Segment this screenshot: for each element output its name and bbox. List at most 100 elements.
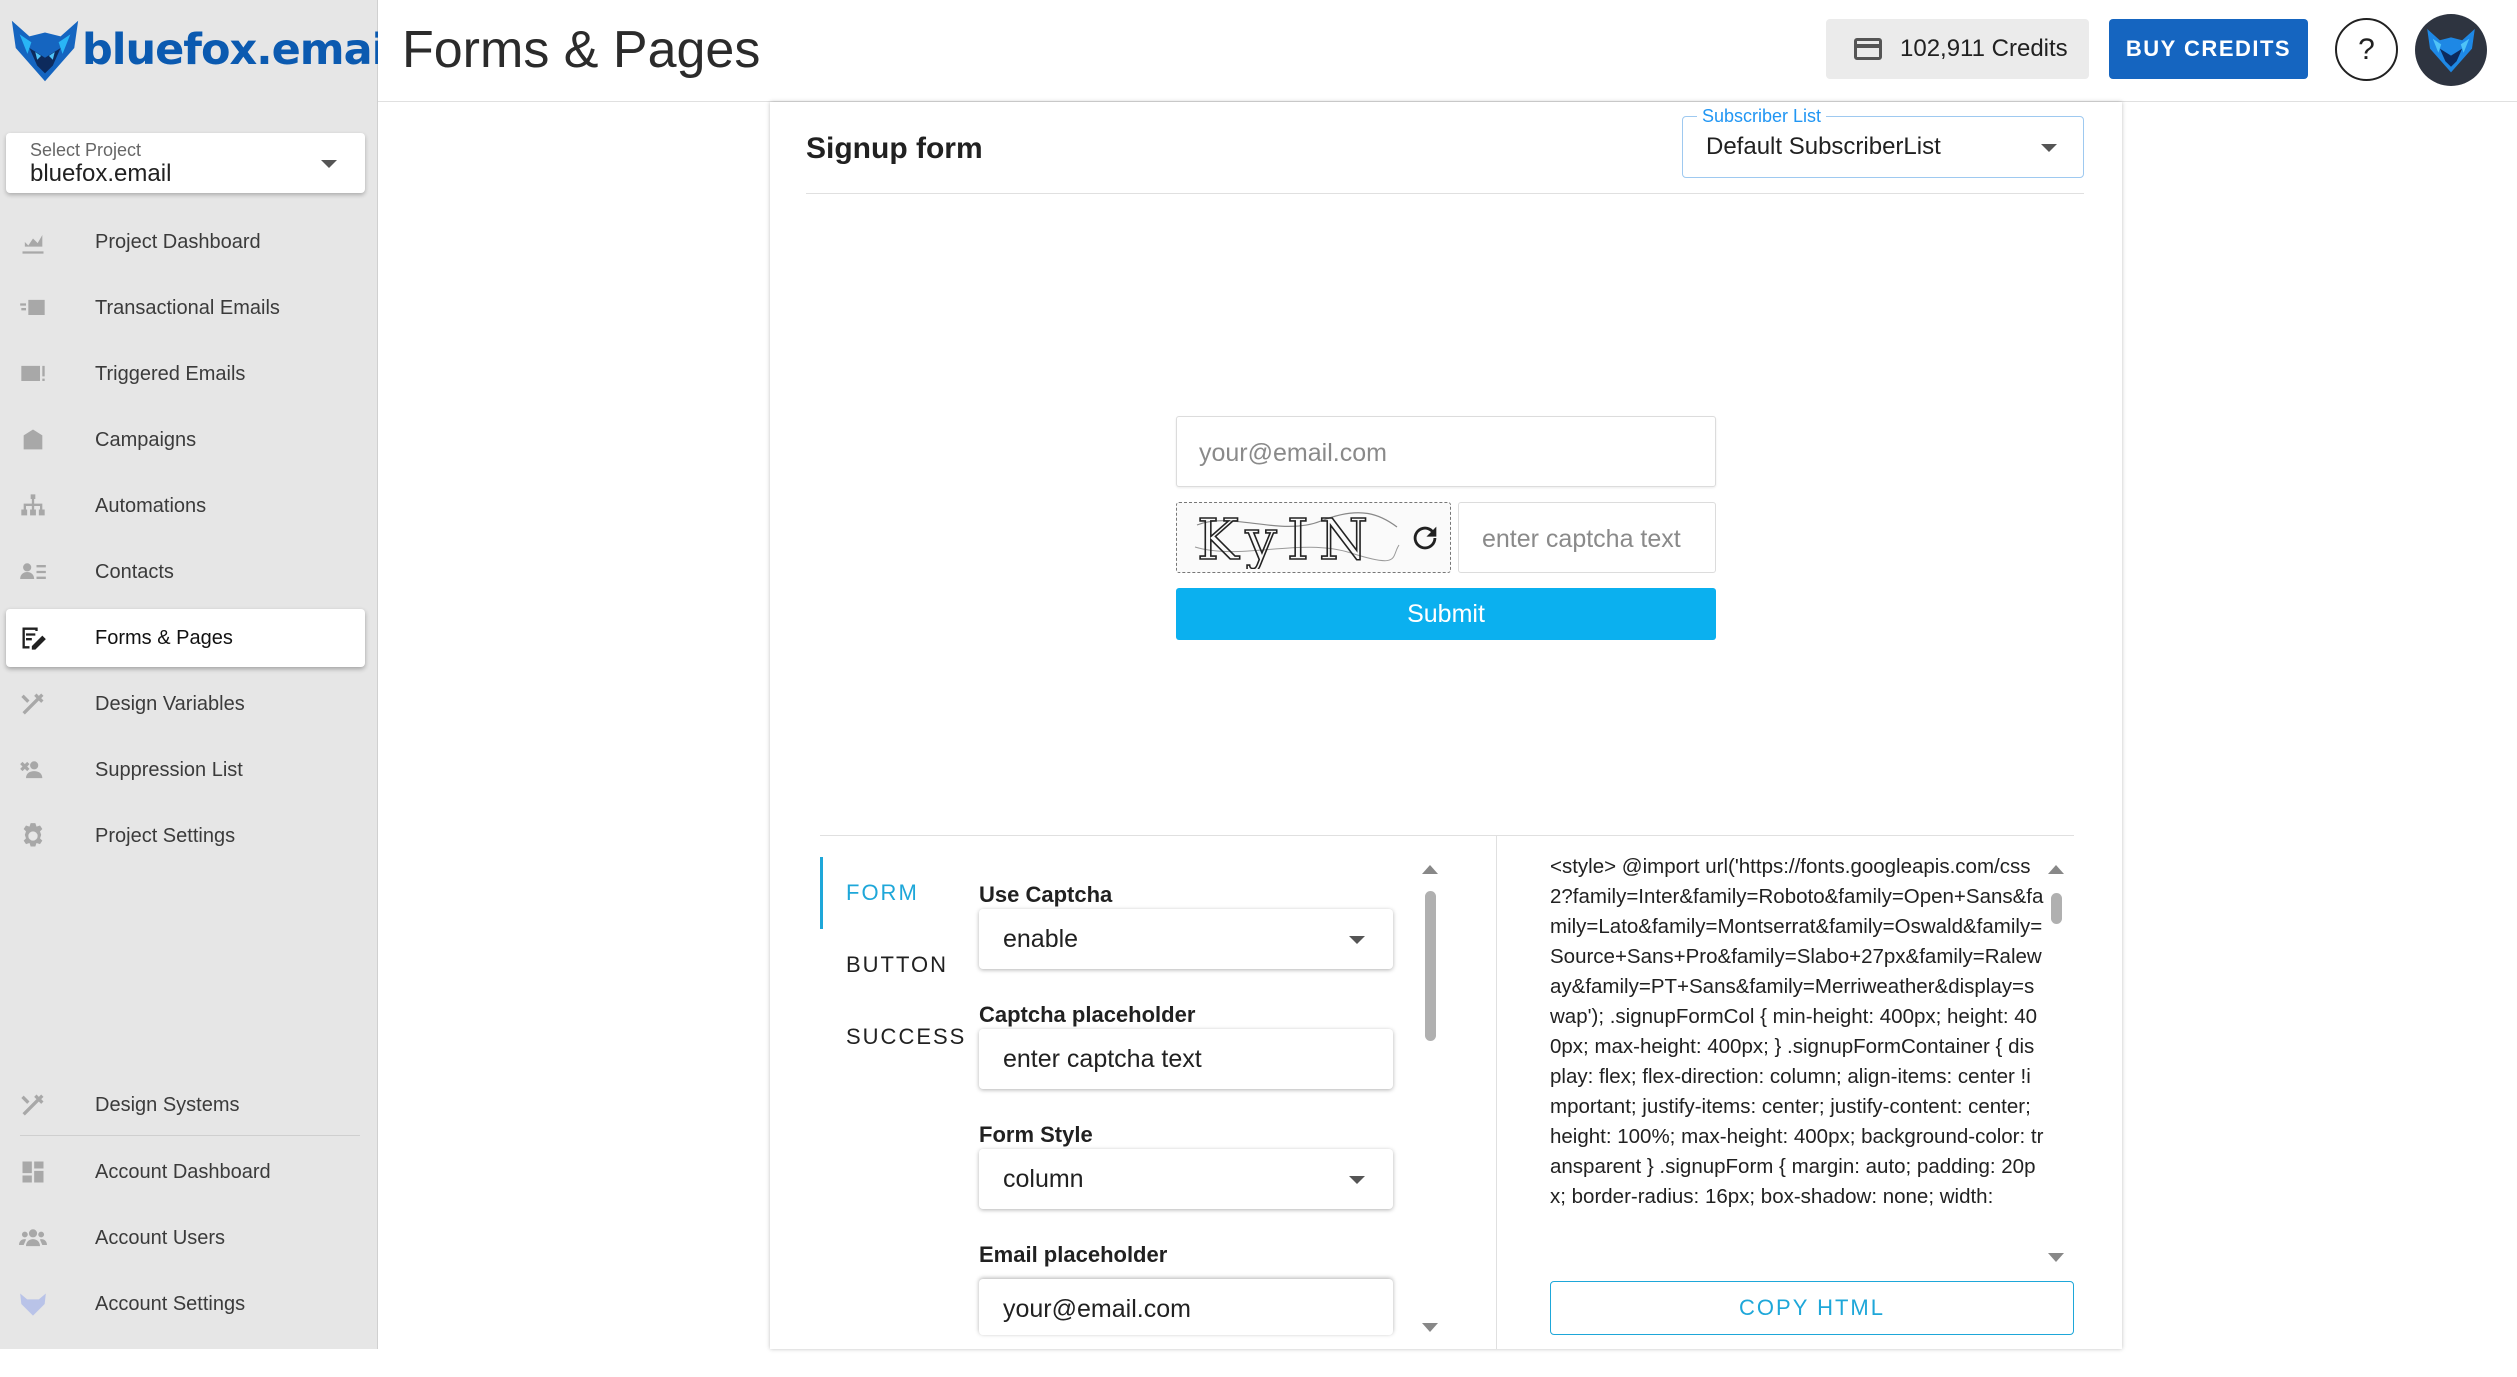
divider bbox=[820, 835, 2074, 836]
sidebar-item-label: Design Systems bbox=[95, 1093, 240, 1116]
transactional-email-icon bbox=[18, 293, 48, 323]
scroll-up-icon[interactable] bbox=[1422, 865, 1438, 874]
sidebar-item-contacts[interactable]: Contacts bbox=[6, 543, 365, 601]
credit-card-icon bbox=[1854, 38, 1882, 60]
preview-email-input[interactable]: your@email.com bbox=[1176, 416, 1716, 487]
preview-captcha-placeholder: enter captcha text bbox=[1482, 525, 1681, 553]
sidebar-item-transactional-emails[interactable]: Transactional Emails bbox=[6, 279, 365, 337]
sidebar-item-label: Design Variables bbox=[95, 692, 245, 715]
credits-count: 102,911 Credits bbox=[1900, 35, 2068, 62]
sidebar-item-label: Automations bbox=[95, 494, 207, 517]
fox-logo-icon bbox=[2427, 29, 2475, 73]
form-title: Signup form bbox=[806, 132, 983, 165]
sidebar-item-automations[interactable]: Automations bbox=[6, 477, 365, 535]
preview-submit-button[interactable]: Submit bbox=[1176, 588, 1716, 640]
tab-success[interactable]: SUCCESS bbox=[820, 1001, 964, 1073]
captcha-text: KyIN bbox=[1197, 508, 1378, 569]
contacts-icon bbox=[18, 557, 48, 587]
sidebar-item-label: Project Dashboard bbox=[95, 230, 261, 253]
form-style-select[interactable]: column bbox=[979, 1149, 1393, 1209]
signup-form-card: Signup form Subscriber List Default Subs… bbox=[770, 102, 2122, 1349]
scroll-down-icon[interactable] bbox=[2048, 1253, 2064, 1262]
use-captcha-label: Use Captcha bbox=[979, 882, 1113, 907]
use-captcha-select[interactable]: enable bbox=[979, 909, 1393, 969]
sidebar-item-account-dashboard[interactable]: Account Dashboard bbox=[6, 1143, 365, 1201]
captcha-image: KyIN bbox=[1194, 507, 1400, 569]
sidebar-item-label: Forms & Pages bbox=[95, 626, 233, 649]
sidebar-item-project-settings[interactable]: Project Settings bbox=[6, 807, 365, 865]
chart-icon bbox=[18, 227, 48, 257]
chevron-down-icon bbox=[321, 160, 337, 168]
sidebar-item-suppression-list[interactable]: Suppression List bbox=[6, 741, 365, 799]
chevron-down-icon bbox=[2041, 144, 2057, 152]
top-bar: Forms & Pages 102,911 Credits BUY CREDIT… bbox=[378, 0, 2517, 102]
sidebar-divider bbox=[20, 1135, 360, 1136]
sidebar-item-project-dashboard[interactable]: Project Dashboard bbox=[6, 213, 365, 271]
code-scrollbar[interactable] bbox=[2048, 862, 2064, 1267]
sidebar-item-label: Project Settings bbox=[95, 824, 236, 847]
email-placeholder-value: your@email.com bbox=[1003, 1295, 1191, 1323]
page-title: Forms & Pages bbox=[402, 21, 761, 79]
sidebar-item-design-variables[interactable]: Design Variables bbox=[6, 675, 365, 733]
sidebar-item-label: Contacts bbox=[95, 560, 174, 583]
fox-logo-icon bbox=[11, 20, 79, 82]
sidebar-item-account-settings[interactable]: Account Settings bbox=[6, 1275, 365, 1333]
sidebar: bluefox.email Select Project bluefox.ema… bbox=[0, 0, 400, 1349]
help-button[interactable]: ? bbox=[2335, 18, 2398, 81]
sidebar-item-label: Account Dashboard bbox=[95, 1160, 271, 1183]
dashboard-icon bbox=[18, 1157, 48, 1187]
fields-scrollbar[interactable] bbox=[1422, 862, 1438, 1337]
scrollbar-thumb[interactable] bbox=[2051, 893, 2062, 924]
email-placeholder-input[interactable]: your@email.com bbox=[979, 1279, 1393, 1335]
scroll-down-icon[interactable] bbox=[1422, 1323, 1438, 1332]
divider bbox=[806, 193, 2084, 194]
brand-logo[interactable]: bluefox.email bbox=[6, 14, 400, 86]
preview-email-placeholder: your@email.com bbox=[1199, 439, 1387, 467]
sidebar-item-account-users[interactable]: Account Users bbox=[6, 1209, 365, 1267]
sidebar-item-triggered-emails[interactable]: Triggered Emails bbox=[6, 345, 365, 403]
email-placeholder-label: Email placeholder bbox=[979, 1242, 1168, 1267]
design-tools-icon bbox=[18, 1090, 48, 1120]
sidebar-item-design-systems[interactable]: Design Systems bbox=[6, 1076, 365, 1134]
credits-badge[interactable]: 102,911 Credits bbox=[1826, 19, 2089, 79]
brand-name: bluefox.email bbox=[82, 25, 400, 75]
tab-button[interactable]: BUTTON bbox=[820, 929, 960, 1001]
scrollbar-thumb[interactable] bbox=[1425, 891, 1436, 1041]
sidebar-item-label: Campaigns bbox=[95, 428, 197, 451]
sidebar-item-forms-pages[interactable]: Forms & Pages bbox=[6, 609, 365, 667]
captcha-placeholder-value: enter captcha text bbox=[1003, 1045, 1202, 1073]
design-tools-icon bbox=[18, 689, 48, 719]
buy-credits-button[interactable]: BUY CREDITS bbox=[2109, 19, 2308, 79]
sidebar-item-label: Transactional Emails bbox=[95, 296, 280, 319]
form-style-value: column bbox=[1003, 1165, 1084, 1193]
project-select[interactable]: Select Project bluefox.email bbox=[6, 133, 365, 193]
subscriber-list-value: Default SubscriberList bbox=[1706, 133, 1941, 160]
use-captcha-value: enable bbox=[1003, 925, 1079, 953]
campaign-icon bbox=[18, 425, 48, 455]
sitemap-icon bbox=[18, 491, 48, 521]
divider bbox=[1496, 835, 1497, 1349]
subscriber-list-select[interactable]: Subscriber List Default SubscriberList bbox=[1682, 106, 2084, 178]
scroll-up-icon[interactable] bbox=[2048, 865, 2064, 874]
avatar[interactable] bbox=[2415, 14, 2487, 86]
form-edit-icon bbox=[18, 623, 48, 653]
project-select-label: Select Project bbox=[30, 140, 142, 160]
project-select-value: bluefox.email bbox=[30, 160, 172, 187]
fox-logo-icon bbox=[18, 1289, 48, 1319]
subscriber-list-label: Subscriber List bbox=[1697, 106, 1827, 127]
chevron-down-icon bbox=[1349, 1176, 1365, 1184]
form-style-label: Form Style bbox=[979, 1122, 1093, 1147]
refresh-icon[interactable] bbox=[1408, 521, 1442, 555]
users-blocked-icon bbox=[18, 755, 48, 785]
users-icon bbox=[18, 1223, 48, 1253]
captcha-placeholder-input[interactable]: enter captcha text bbox=[979, 1029, 1393, 1089]
sidebar-item-label: Account Settings bbox=[95, 1292, 246, 1315]
sidebar-item-label: Account Users bbox=[95, 1226, 226, 1249]
preview-captcha-image: KyIN bbox=[1176, 502, 1451, 573]
copy-html-button[interactable]: COPY HTML bbox=[1550, 1281, 2074, 1335]
sidebar-item-campaigns[interactable]: Campaigns bbox=[6, 411, 365, 469]
tab-form[interactable]: FORM bbox=[820, 857, 960, 929]
chevron-down-icon bbox=[1349, 936, 1365, 944]
captcha-placeholder-label: Captcha placeholder bbox=[979, 1002, 1196, 1027]
preview-captcha-input[interactable]: enter captcha text bbox=[1458, 502, 1716, 573]
